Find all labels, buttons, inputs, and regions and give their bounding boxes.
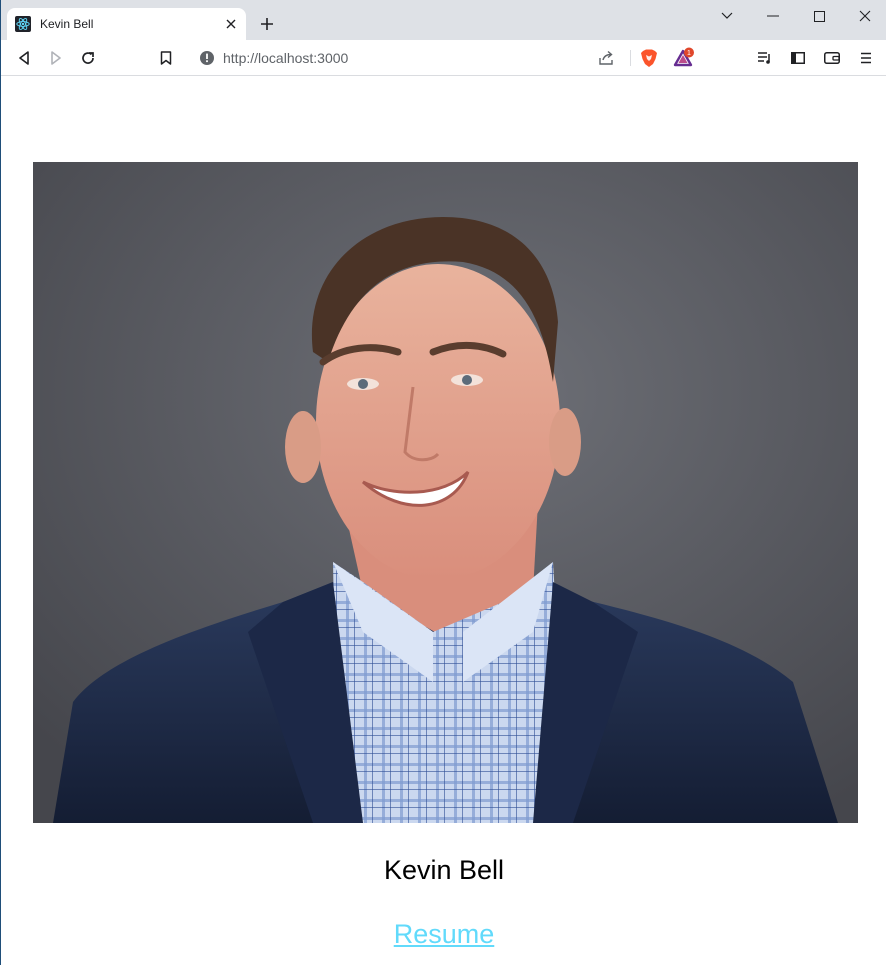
minimize-icon[interactable] [755,4,791,28]
close-tab-icon[interactable] [222,15,240,33]
brave-shields-icon[interactable] [639,48,659,68]
browser-toolbar: http://localhost:3000 1 [1,40,886,76]
rewards-badge-count: 1 [687,50,691,57]
divider [630,50,631,66]
profile-photo [33,162,858,823]
forward-icon[interactable] [44,46,68,70]
brave-rewards-icon[interactable]: 1 [673,47,695,69]
close-window-icon[interactable] [847,4,883,28]
not-secure-icon[interactable] [199,50,215,66]
back-icon[interactable] [12,46,36,70]
new-tab-icon[interactable] [257,14,277,34]
react-icon [15,16,31,32]
reload-icon[interactable] [76,46,100,70]
url-text[interactable]: http://localhost:3000 [223,50,348,66]
sidebar-icon[interactable] [786,46,810,70]
page-content: Kevin Bell Resume [1,77,886,965]
tab-title: Kevin Bell [40,17,94,31]
resume-link[interactable]: Resume [1,919,886,950]
wallet-icon[interactable] [820,46,844,70]
address-bar[interactable]: http://localhost:3000 1 [189,44,701,72]
playlist-icon[interactable] [753,46,777,70]
share-icon[interactable] [597,49,615,67]
tab-search-chevron-icon[interactable] [709,4,745,28]
menu-icon[interactable] [854,46,878,70]
title-bar: Kevin Bell [1,0,886,40]
person-name: Kevin Bell [383,855,505,885]
maximize-icon[interactable] [801,4,837,28]
bookmark-icon[interactable] [154,46,178,70]
browser-tab[interactable]: Kevin Bell [7,8,246,40]
